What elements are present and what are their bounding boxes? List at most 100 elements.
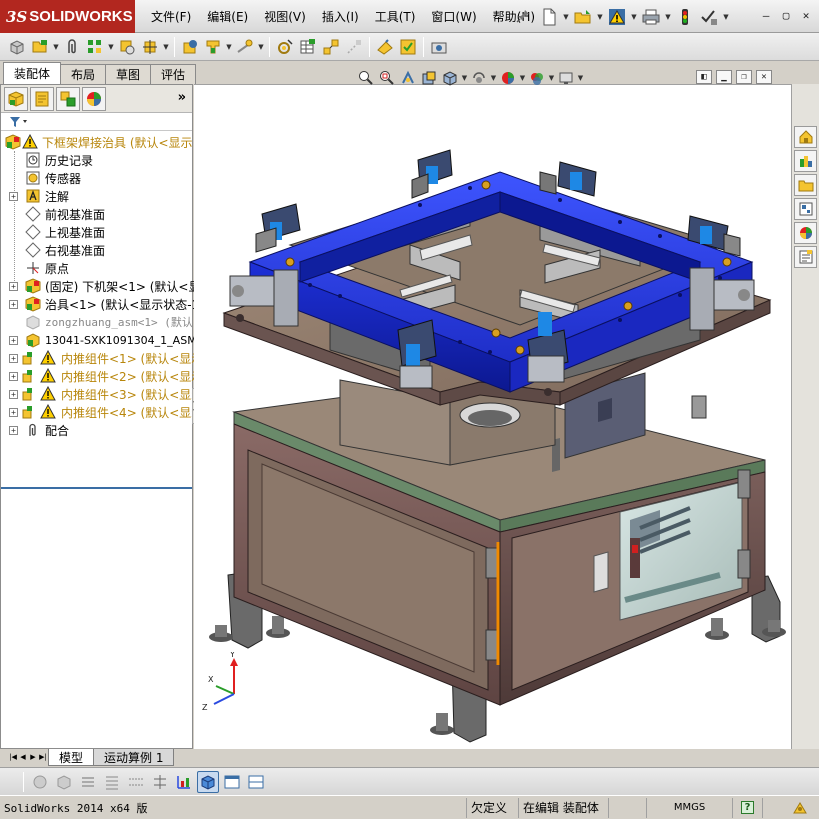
- tree-item-right-plane[interactable]: 右视基准面: [1, 241, 192, 259]
- insert-components-button[interactable]: [6, 36, 28, 58]
- traffic-light-button[interactable]: [674, 6, 696, 28]
- tree-item-pusher-2[interactable]: + 内推组件<2> (默认<显示: [1, 367, 203, 385]
- show-hidden-button[interactable]: [179, 36, 201, 58]
- menu-window[interactable]: 窗口(W): [423, 8, 484, 25]
- custom-properties-button[interactable]: [794, 246, 817, 268]
- update-speedpak-button[interactable]: [397, 36, 419, 58]
- view-settings-button[interactable]: [556, 68, 576, 88]
- tree-item-pusher-4[interactable]: + 内推组件<4> (默认<显示: [1, 403, 203, 421]
- tree-item-pusher-1[interactable]: + 内推组件<1> (默认<显示: [1, 349, 203, 367]
- tree-item-lower-frame[interactable]: + (固定) 下机架<1> (默认<显: [1, 277, 200, 295]
- assembly-features-button[interactable]: [202, 36, 224, 58]
- appearances-button[interactable]: [794, 222, 817, 244]
- single-view-button[interactable]: [221, 771, 243, 793]
- propertymanager-tab[interactable]: [30, 86, 54, 111]
- tree-item-pusher-3[interactable]: + 内推组件<3> (默认<显示: [1, 385, 203, 403]
- menu-insert[interactable]: 插入(I): [314, 8, 367, 25]
- tree-item-mates[interactable]: + 配合: [1, 421, 192, 439]
- orientation-dropdown-arrow[interactable]: ▼: [461, 67, 468, 89]
- solidworks-logo[interactable]: 3S SOLIDWORKS: [0, 0, 135, 33]
- menu-file[interactable]: 文件(F): [143, 8, 199, 25]
- viewport-split-button[interactable]: ◧: [696, 70, 712, 84]
- menu-edit[interactable]: 编辑(E): [199, 8, 256, 25]
- view-palette-button[interactable]: [794, 198, 817, 220]
- featuremanager-tab[interactable]: [4, 86, 28, 111]
- tree-item-fixture[interactable]: + 治具<1> (默认<显示状态-1>: [1, 295, 209, 313]
- previous-view-button[interactable]: [398, 68, 418, 88]
- status-units[interactable]: MMGS: [646, 797, 732, 818]
- tree-item-top-plane[interactable]: 上视基准面: [1, 223, 192, 241]
- first-tab-icon[interactable]: |◀: [8, 752, 18, 762]
- bill-of-materials-button[interactable]: [297, 36, 319, 58]
- expand-toggle[interactable]: +: [9, 353, 18, 363]
- tab-model[interactable]: 模型: [48, 749, 95, 766]
- expand-toggle[interactable]: +: [9, 281, 18, 291]
- displaymanager-tab[interactable]: [82, 86, 106, 111]
- axis-display-button[interactable]: [173, 771, 195, 793]
- section-view-button[interactable]: [419, 68, 439, 88]
- expand-toggle[interactable]: +: [9, 407, 18, 417]
- shaded-box-button[interactable]: [53, 771, 75, 793]
- apply-scene-button[interactable]: [527, 68, 547, 88]
- rebuild-dropdown-arrow[interactable]: ▼: [630, 6, 638, 28]
- status-tip[interactable]: [762, 797, 812, 818]
- edit-appearance-button[interactable]: [498, 68, 518, 88]
- filter-icon[interactable]: [9, 116, 31, 128]
- features-dropdown-arrow[interactable]: ▼: [225, 36, 233, 58]
- expand-toggle[interactable]: +: [9, 371, 18, 381]
- expand-toggle[interactable]: +: [9, 191, 18, 201]
- reference-dropdown-arrow[interactable]: ▼: [257, 36, 265, 58]
- zoom-to-fit-button[interactable]: [356, 68, 376, 88]
- settings-dropdown-arrow[interactable]: ▼: [577, 67, 584, 89]
- instant3d-button[interactable]: [374, 36, 396, 58]
- expand-toggle[interactable]: +: [9, 425, 18, 435]
- rebuild-warning-button[interactable]: [606, 6, 628, 28]
- mate-button[interactable]: [61, 36, 83, 58]
- display-style-button[interactable]: [469, 68, 489, 88]
- expand-toggle[interactable]: +: [9, 389, 18, 399]
- viewport-minimize-button[interactable]: ▁: [716, 70, 732, 84]
- new-dropdown-arrow[interactable]: ▼: [562, 6, 570, 28]
- tree-item-history[interactable]: 历史记录: [1, 151, 192, 169]
- configurationmanager-tab[interactable]: [56, 86, 80, 111]
- move-dropdown-arrow[interactable]: ▼: [162, 36, 170, 58]
- appearance-dropdown-arrow[interactable]: ▼: [519, 67, 526, 89]
- split-view-button[interactable]: [245, 771, 267, 793]
- new-motion-study-button[interactable]: [274, 36, 296, 58]
- new-part-button[interactable]: [29, 36, 51, 58]
- tab-sketch[interactable]: 草图: [105, 64, 152, 84]
- tab-assembly[interactable]: 装配体: [3, 62, 62, 84]
- print-dropdown-arrow[interactable]: ▼: [664, 6, 672, 28]
- pattern-display-button[interactable]: [77, 771, 99, 793]
- assembly-model-render[interactable]: [194, 84, 791, 749]
- tree-item-sensors[interactable]: 传感器: [1, 169, 192, 187]
- expand-toggle[interactable]: +: [9, 335, 18, 345]
- more-tabs-chevron-icon[interactable]: »: [178, 90, 186, 105]
- minimize-button[interactable]: —: [759, 8, 773, 22]
- new-document-button[interactable]: [538, 6, 560, 28]
- prev-tab-icon[interactable]: ◀: [18, 752, 28, 762]
- expand-toggle[interactable]: +: [9, 299, 18, 309]
- linear-pattern-button[interactable]: [84, 36, 106, 58]
- design-library-button[interactable]: [794, 150, 817, 172]
- next-tab-icon[interactable]: ▶: [28, 752, 38, 762]
- zoom-to-area-button[interactable]: [377, 68, 397, 88]
- insert-dropdown-arrow[interactable]: ▼: [52, 36, 60, 58]
- display-dropdown-arrow[interactable]: ▼: [490, 67, 497, 89]
- print-button[interactable]: [640, 6, 662, 28]
- viewport-close-button[interactable]: ✕: [756, 70, 772, 84]
- view-orientation-button[interactable]: [440, 68, 460, 88]
- options-dropdown-arrow[interactable]: ▼: [722, 6, 730, 28]
- tab-evaluate[interactable]: 评估: [150, 64, 197, 84]
- open-button[interactable]: [572, 6, 594, 28]
- scene-dropdown-arrow[interactable]: ▼: [548, 67, 555, 89]
- tree-root[interactable]: 下框架焊接治具 (默认<显示: [1, 133, 193, 151]
- tree-split-bar[interactable]: [1, 487, 192, 489]
- tree-item-origin[interactable]: 原点: [1, 259, 192, 277]
- pattern-dropdown-arrow[interactable]: ▼: [107, 36, 115, 58]
- menu-view[interactable]: 视图(V): [256, 8, 314, 25]
- reference-geometry-button[interactable]: [234, 36, 256, 58]
- layers-button[interactable]: [101, 771, 123, 793]
- menu-tools[interactable]: 工具(T): [367, 8, 424, 25]
- move-component-button[interactable]: [139, 36, 161, 58]
